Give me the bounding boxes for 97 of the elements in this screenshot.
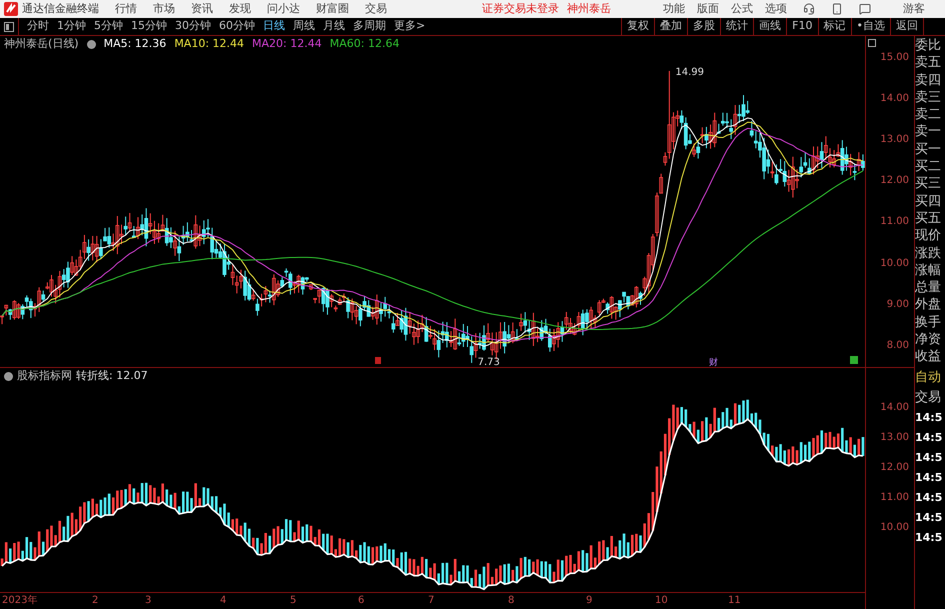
period-tab[interactable]: 5分钟 [90,18,127,35]
quote-field-label: 外盘 [915,296,942,314]
date-label: 9 [586,594,592,608]
quote-field-label: 自动 [915,369,942,387]
user-name[interactable]: 游客 [903,0,925,18]
ma-reading: MA20: 12.44 [252,36,322,52]
trade-time: 14:5 [915,490,944,506]
ma-reading: MA60: 12.64 [330,36,400,52]
quote-field-label: 委比 [915,37,942,54]
period-tab[interactable]: 周线 [289,18,319,35]
price-axis-label: 10.00 [880,521,909,535]
menu-item[interactable]: 发现 [229,0,251,18]
price-axis-label: 11.00 [880,215,909,230]
date-label: 7 [428,594,434,608]
menu-item[interactable]: 版面 [697,0,719,18]
trade-time: 14:5 [915,430,944,446]
stock-name: 神州泰岳 [567,0,611,17]
tool-button[interactable]: F10 [786,18,818,35]
login-status[interactable]: 证券交易未登录 [482,0,559,18]
price-axis-label: 10.00 [880,256,909,270]
quote-field-label: 净资 [915,331,942,348]
quote-field-label: 总量 [915,279,942,296]
low-price-label: 7.73 [478,357,500,367]
menu-item[interactable]: 行情 [115,0,137,18]
quote-field-label: 涨跌 [915,244,942,262]
price-axis-label: 15.00 [880,51,909,65]
app-title: 通达信金融终端 [22,0,99,17]
tool-button[interactable]: 统计 [720,18,754,35]
trade-time: 14:5 [915,450,944,466]
quote-field-label: 涨幅 [915,262,942,280]
trade-time: 14:5 [915,470,944,486]
period-tab[interactable]: 1分钟 [53,18,90,35]
date-label: 2 [92,594,98,608]
quote-field-label: 现价 [915,227,942,245]
high-price-label: 14.99 [675,66,704,78]
quote-field-label: 买五 [915,210,942,228]
tool-button[interactable]: 标记 [818,18,850,35]
price-axis-label: 11.00 [880,491,909,505]
period-tab[interactable]: 15分钟 [127,18,171,35]
quote-field-label: 交易 [915,389,942,407]
date-label: 2023年 [2,594,38,608]
price-axis-label: 8.00 [886,338,909,353]
menu-item[interactable]: 资讯 [191,0,213,18]
date-label: 10 [655,594,668,608]
price-axis-label: 12.00 [880,174,909,188]
price-axis-label: 14.00 [880,401,909,415]
price-axis-label: 13.00 [880,431,909,445]
tool-button[interactable]: 复权 [621,18,654,35]
price-axis-label: 12.00 [880,461,909,475]
price-axis-label: 13.00 [880,133,909,148]
period-tab[interactable]: 月线 [319,18,349,35]
indicator-title: 股标指标网 [17,368,72,384]
period-tab[interactable]: 更多> [390,18,430,35]
quote-field-label: 买一 [915,140,942,158]
tool-button[interactable]: 叠加 [654,18,688,35]
menu-item[interactable]: 功能 [663,0,685,18]
date-label: 4 [220,594,226,608]
tool-button[interactable]: 返回 [890,18,923,35]
quote-field-label: 卖二 [915,106,942,124]
menu-item[interactable]: 市场 [153,0,175,18]
date-label: 6 [358,594,364,608]
trade-time: 14:5 [915,510,944,526]
period-tab[interactable]: 分时 [23,18,53,35]
date-label: 5 [290,594,296,608]
trade-time: 14:5 [915,410,944,426]
tool-button[interactable]: 多股 [687,18,720,35]
period-tab[interactable]: 多周期 [349,18,390,35]
quote-field-label: 卖四 [915,72,942,89]
menu-item[interactable]: 交易 [365,0,387,18]
ma-reading: MA10: 12.44 [174,36,244,52]
trade-time: 14:5 [915,530,944,546]
indicator-reading: 转折线: 12.07 [76,368,148,384]
quote-field-label: 卖五 [915,54,942,72]
price-axis-label: 14.00 [880,92,909,106]
tool-button[interactable]: •自选 [850,18,890,35]
tool-button[interactable]: 画线 [753,18,786,35]
quote-field-label: 卖三 [915,88,942,106]
price-axis-label: 9.00 [886,298,909,312]
quote-field-label: 买二 [915,158,942,176]
period-tab[interactable]: 60分钟 [215,18,259,35]
quote-field-label: 买四 [915,192,942,210]
period-tab[interactable]: 日线 [259,18,289,35]
menu-item[interactable]: 财富圈 [316,0,349,18]
quote-field-label: 换手 [915,314,942,332]
menu-item[interactable]: 公式 [731,0,753,18]
date-label: 11 [728,594,741,608]
quote-field-label: 买三 [915,175,942,193]
menu-item[interactable]: 问小达 [267,0,300,18]
quote-field-label: 卖一 [915,123,942,141]
date-label: 3 [145,594,152,608]
event-marker[interactable]: 财 [709,358,718,367]
quote-field-label: 收益 [915,348,942,366]
ma-reading: MA5: 12.36 [104,36,166,52]
period-tab[interactable]: 30分钟 [171,18,215,35]
date-label: 8 [508,594,514,608]
chart-title: 神州泰岳(日线) [4,36,79,52]
menu-item[interactable]: 选项 [765,0,787,18]
